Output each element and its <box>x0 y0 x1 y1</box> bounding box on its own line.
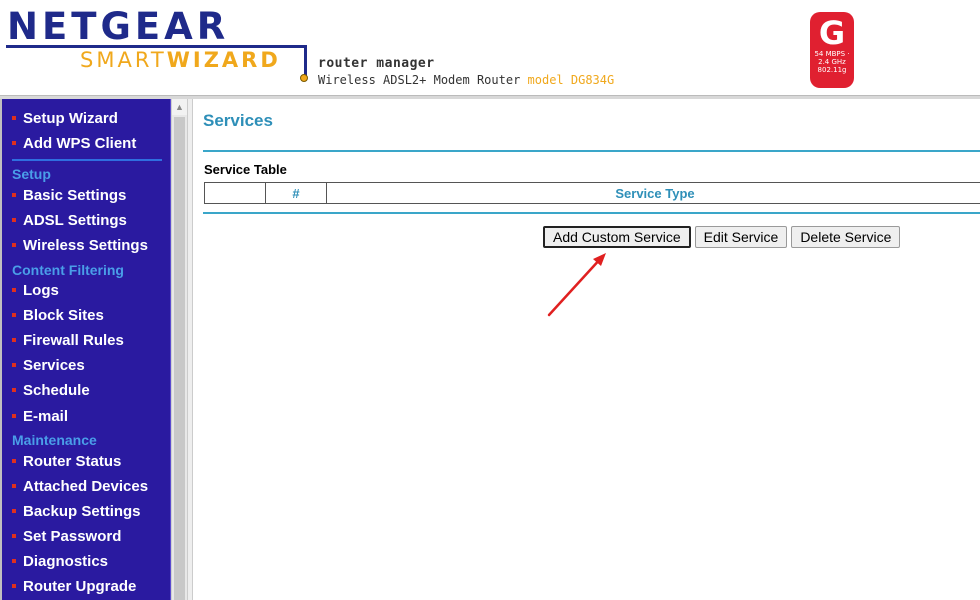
sidebar-item-label: Block Sites <box>23 307 104 324</box>
bullet-icon <box>12 338 16 343</box>
sidebar-item-label: Attached Devices <box>23 478 149 495</box>
scrollbar-thumb[interactable] <box>174 117 185 600</box>
scroll-up-arrow-icon[interactable]: ▲ <box>172 99 187 115</box>
bullet-icon <box>12 363 16 368</box>
sidebar-item-setup-wizard[interactable]: Setup Wizard <box>12 108 118 130</box>
logo-dot-icon <box>300 74 308 82</box>
sidebar-item-logs[interactable]: Logs <box>12 280 59 302</box>
sidebar-scrollbar[interactable]: ▲ <box>171 99 187 600</box>
bullet-icon <box>12 243 16 248</box>
bullet-icon <box>12 459 16 464</box>
title-divider <box>203 150 980 152</box>
sidebar-item-label: Logs <box>23 282 59 299</box>
sidebar-item-diagnostics[interactable]: Diagnostics <box>12 551 108 573</box>
sidebar-item-label: Router Upgrade <box>23 578 137 595</box>
sidebar-item-label: Schedule <box>23 382 90 399</box>
sidebar-item-wireless-settings[interactable]: Wireless Settings <box>12 235 148 257</box>
smartwizard-logo: SMARTWIZARD <box>80 50 281 71</box>
sidebar-item-router-upgrade[interactable]: Router Upgrade <box>12 576 136 598</box>
sidebar-item-label: Set Password <box>23 528 122 545</box>
sidebar-item-services[interactable]: Services <box>12 355 85 377</box>
sidebar-item-label: Diagnostics <box>23 553 109 570</box>
sidebar-item-label: ADSL Settings <box>23 212 127 229</box>
arrow-shaft <box>547 255 604 317</box>
sidebar-item-backup-settings[interactable]: Backup Settings <box>12 501 141 523</box>
sidebar-item-label: Backup Settings <box>23 503 141 520</box>
delete-service-button[interactable]: Delete Service <box>791 226 901 248</box>
bullet-icon <box>12 534 16 539</box>
section-setup: Setup <box>12 166 51 182</box>
smartwizard-bold: WIZARD <box>166 48 281 72</box>
column-header-number: # <box>265 182 327 204</box>
wireless-g-badge-icon: G 54 MBPS · 2.4 GHz 802.11g <box>810 12 854 88</box>
sidebar-item-firewall-rules[interactable]: Firewall Rules <box>12 330 124 352</box>
sidebar-item-add-wps-client[interactable]: Add WPS Client <box>12 133 136 155</box>
sidebar-item-router-status[interactable]: Router Status <box>12 451 121 473</box>
sidebar-item-email[interactable]: E-mail <box>12 406 68 428</box>
sidebar-nav: Setup Wizard Add WPS Client Setup Basic … <box>0 99 171 600</box>
bullet-icon <box>12 313 16 318</box>
sidebar-item-label: Services <box>23 357 85 374</box>
service-table: # Service Type <box>204 182 980 204</box>
sidebar-item-set-password[interactable]: Set Password <box>12 526 121 548</box>
sidebar-item-adsl-settings[interactable]: ADSL Settings <box>12 210 127 232</box>
sidebar-item-label: Basic Settings <box>23 187 127 204</box>
sidebar-item-block-sites[interactable]: Block Sites <box>12 305 104 327</box>
bullet-icon <box>12 141 16 146</box>
column-header-service-type: Service Type <box>326 182 980 204</box>
bullet-icon <box>12 218 16 223</box>
bullet-icon <box>12 509 16 514</box>
sidebar-item-label: Wireless Settings <box>23 237 148 254</box>
bullet-icon <box>12 559 16 564</box>
edit-service-button[interactable]: Edit Service <box>694 226 788 248</box>
sidebar-item-label: E-mail <box>23 408 69 425</box>
sidebar-item-basic-settings[interactable]: Basic Settings <box>12 185 126 207</box>
bullet-icon <box>12 193 16 198</box>
bullet-icon <box>12 288 16 293</box>
bullet-icon <box>12 414 16 419</box>
device-description: Wireless ADSL2+ Modem Router model DG834… <box>318 73 614 87</box>
device-name: Wireless ADSL2+ Modem Router <box>318 73 521 87</box>
smartwizard-light: SMART <box>80 48 167 72</box>
table-divider <box>203 212 980 214</box>
bullet-icon <box>12 484 16 489</box>
badge-text: 54 MBPS · 2.4 GHz 802.11g <box>814 50 850 74</box>
header: NETGEAR SMARTWIZARD router manager Wirel… <box>0 0 980 95</box>
badge-letter: G <box>818 14 846 52</box>
main-content: Services Service Table # Service Type Ad… <box>193 99 980 600</box>
section-content-filtering: Content Filtering <box>12 262 124 278</box>
bullet-icon <box>12 116 16 121</box>
bullet-icon <box>12 388 16 393</box>
bullet-icon <box>12 584 16 589</box>
column-header-select <box>204 182 266 204</box>
section-maintenance: Maintenance <box>12 432 97 448</box>
table-title: Service Table <box>204 162 287 177</box>
sidebar-divider <box>12 159 162 161</box>
annotation-arrow-icon <box>547 253 606 317</box>
sidebar-item-label: Firewall Rules <box>23 332 124 349</box>
netgear-logo: NETGEAR <box>7 5 230 48</box>
router-manager-label: router manager <box>318 56 435 71</box>
sidebar-item-attached-devices[interactable]: Attached Devices <box>12 476 148 498</box>
sidebar-item-label: Setup Wizard <box>23 110 118 127</box>
page-title: Services <box>203 111 273 130</box>
table-header-row: # Service Type <box>204 182 980 204</box>
sidebar-item-label: Router Status <box>23 453 122 470</box>
sidebar-item-label: Add WPS Client <box>23 135 137 152</box>
device-model: model DG834G <box>527 73 615 87</box>
sidebar-item-schedule[interactable]: Schedule <box>12 380 90 402</box>
